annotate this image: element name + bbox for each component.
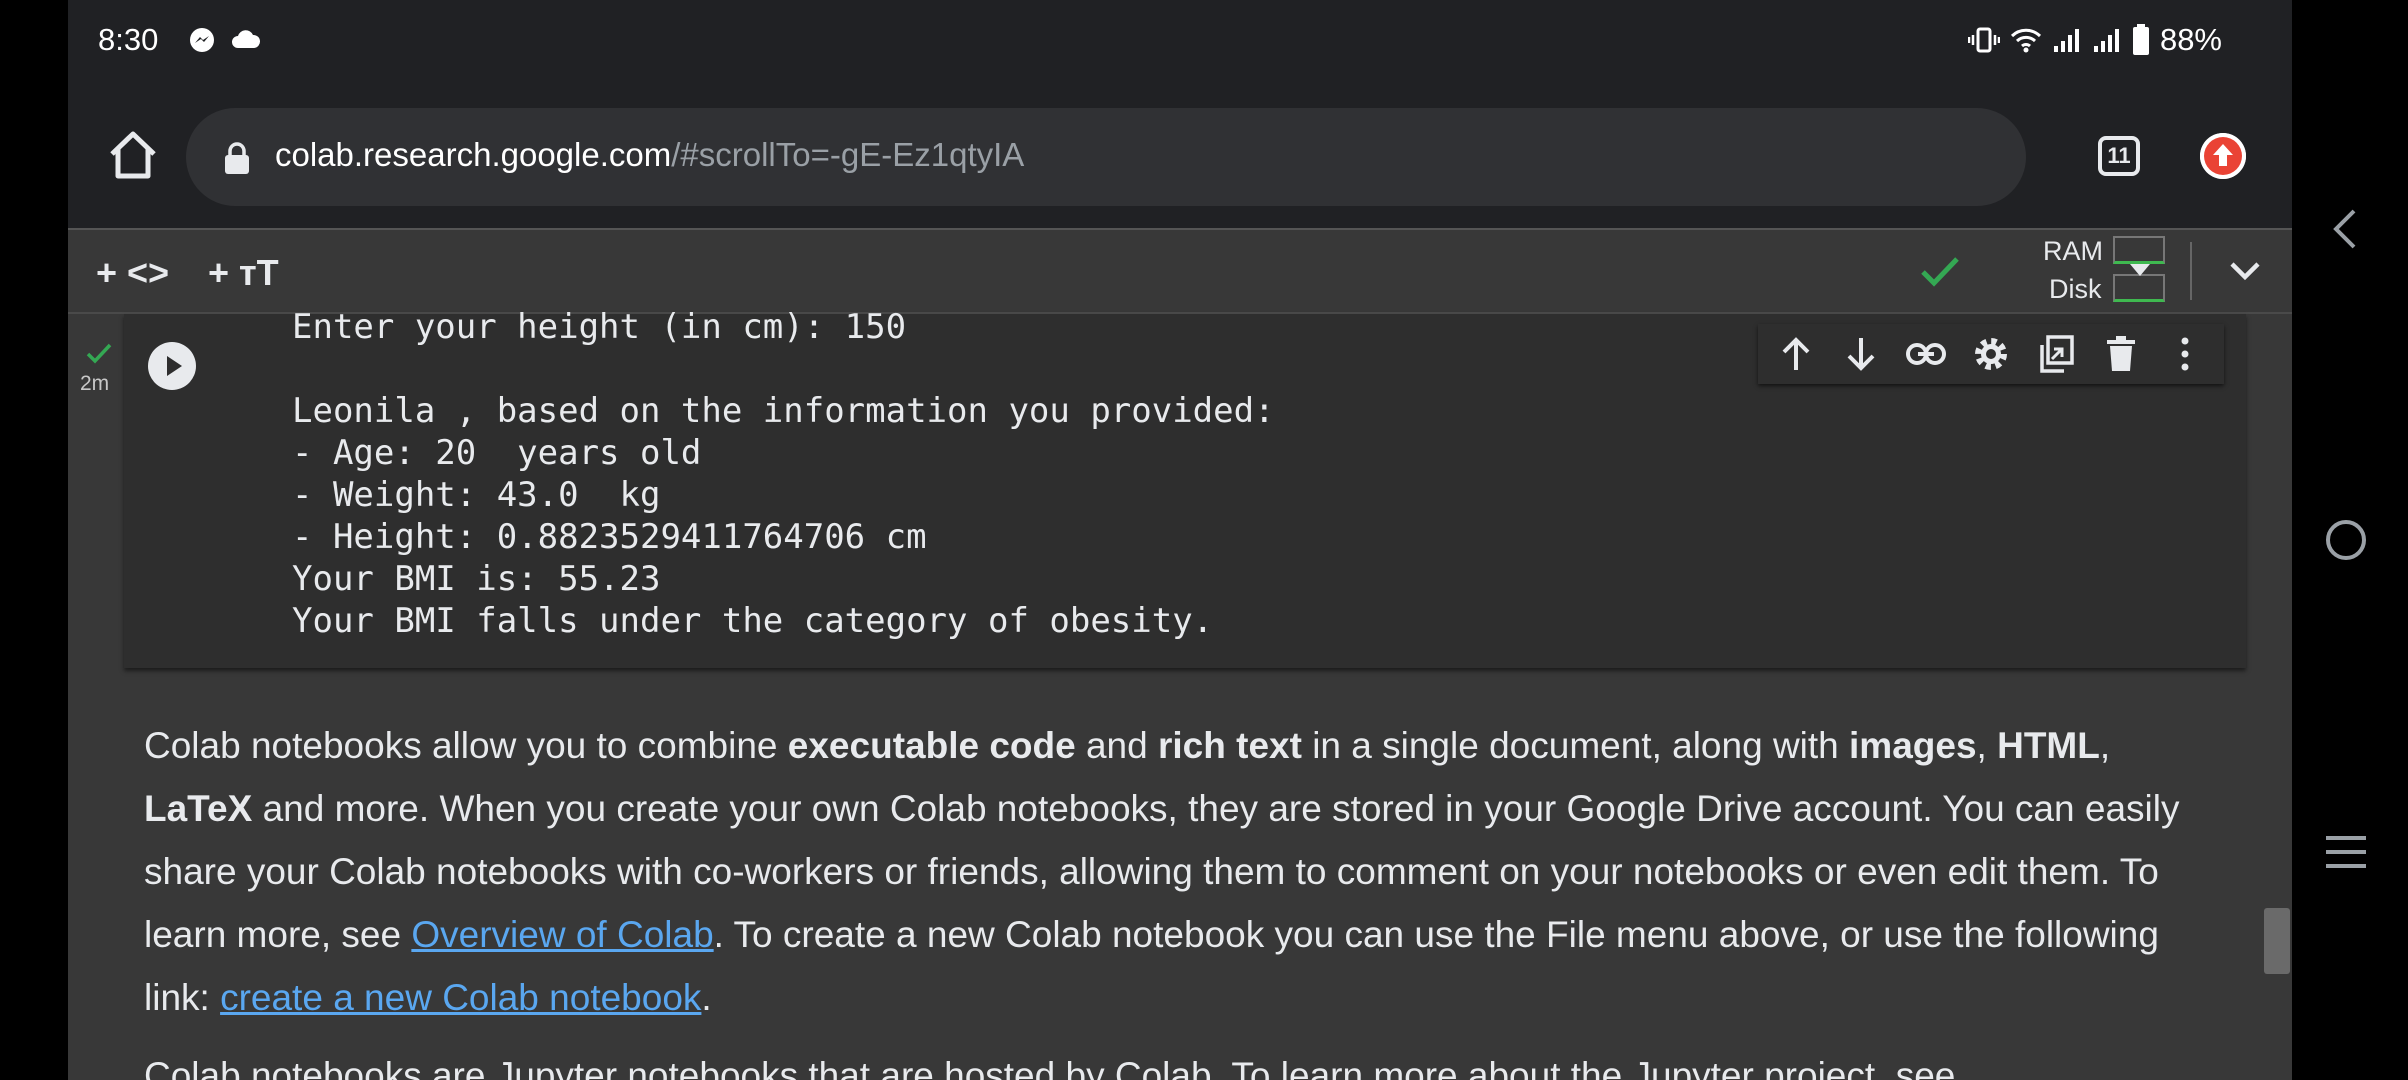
battery-icon <box>2132 24 2149 55</box>
update-button[interactable] <box>2200 133 2246 179</box>
chevron-down-icon[interactable] <box>2228 256 2262 284</box>
wifi-icon <box>2010 28 2042 53</box>
bold-text: LaTeX <box>144 788 253 829</box>
recents-menu-icon[interactable] <box>2324 834 2368 870</box>
home-icon[interactable] <box>102 124 164 186</box>
output-text: Enter your height (in cm): 150 Leonila ,… <box>292 307 1275 641</box>
status-time: 8:30 <box>98 22 159 57</box>
battery-percent: 88% <box>2159 22 2222 57</box>
vibrate-icon <box>1967 27 2000 53</box>
browser-toolbar: colab.research.google.com/#scrollTo=-gE-… <box>68 80 2292 228</box>
cloud-icon <box>232 30 261 48</box>
status-icons: 88% <box>1967 22 2222 58</box>
url-path: /#scrollTo=-gE-Ez1qtyIA <box>671 136 1025 173</box>
caret-down-icon[interactable] <box>2128 260 2152 280</box>
bold-text: HTML <box>1997 725 2100 766</box>
system-navigation-bar <box>2294 0 2408 1080</box>
update-arrow-icon <box>2200 133 2246 179</box>
signal-icon <box>2053 29 2079 52</box>
link-icon[interactable] <box>1906 334 1947 374</box>
delete-icon[interactable] <box>2101 334 2141 374</box>
url-host: colab.research.google.com <box>275 136 672 173</box>
text-cell: Colab notebooks allow you to combine exe… <box>144 725 2180 1018</box>
add-text-button[interactable]: + ᴛT <box>208 252 279 294</box>
back-icon[interactable] <box>2330 208 2360 250</box>
colab-toolbar: + <> + ᴛT RAM Disk <box>68 228 2292 314</box>
create-notebook-link[interactable]: create a new Colab notebook <box>220 977 701 1018</box>
executed-check-icon <box>86 343 112 364</box>
signal-icon <box>2093 29 2119 52</box>
cell-toolbar <box>1758 324 2224 384</box>
more-options-icon[interactable] <box>2165 334 2205 374</box>
home-circle-icon[interactable] <box>2324 518 2368 562</box>
url-text[interactable]: colab.research.google.com/#scrollTo=-gE-… <box>275 136 1024 174</box>
execution-time: 2m <box>80 372 110 395</box>
address-bar[interactable]: colab.research.google.com/#scrollTo=-gE-… <box>186 108 2026 206</box>
toolbar-divider <box>2190 242 2192 300</box>
text-cell-next: Colab notebooks are Jupyter notebooks th… <box>144 1055 1956 1080</box>
connected-check-icon <box>1921 257 1959 287</box>
move-up-icon[interactable] <box>1776 334 1816 374</box>
notebook: Enter your height (in cm): 150 Leonila ,… <box>68 307 2292 1080</box>
status-bar: 8:30 88% <box>68 0 2292 80</box>
add-code-button[interactable]: + <> <box>96 252 169 294</box>
mirror-cell-icon[interactable] <box>2036 334 2076 374</box>
run-cell-button[interactable] <box>148 342 196 390</box>
play-icon <box>167 356 182 376</box>
settings-gear-icon[interactable] <box>1971 334 2011 374</box>
tab-count: 11 <box>2107 143 2131 168</box>
scrollbar-thumb[interactable] <box>2264 908 2290 974</box>
ram-label: RAM <box>2043 236 2103 266</box>
bold-text: images <box>1849 725 1977 766</box>
move-down-icon[interactable] <box>1841 334 1881 374</box>
screen: 8:30 88% colab.research.google.com/#scro… <box>68 0 2292 1080</box>
lock-icon <box>225 142 249 174</box>
overview-of-colab-link[interactable]: Overview of Colab <box>411 914 713 955</box>
tab-switcher-button[interactable]: 11 <box>2098 136 2140 176</box>
bold-text: executable code <box>787 725 1076 766</box>
bold-text: rich text <box>1157 725 1302 766</box>
disk-label: Disk <box>2049 274 2102 304</box>
messenger-icon <box>190 28 214 52</box>
